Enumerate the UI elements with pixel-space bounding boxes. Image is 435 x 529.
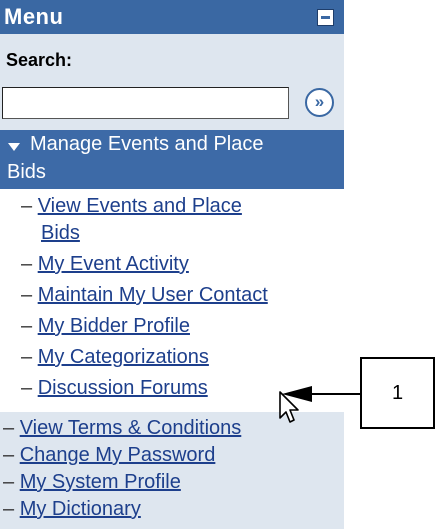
link-terms-conditions[interactable]: View Terms & Conditions: [20, 417, 242, 439]
link-discussion-forums[interactable]: Discussion Forums: [38, 377, 208, 399]
link-view-events[interactable]: View Events and Place: [38, 195, 242, 217]
menu-title: Menu: [4, 4, 64, 29]
triangle-down-icon: [8, 143, 20, 151]
dash-marker: –: [21, 377, 33, 399]
link-my-event-activity[interactable]: My Event Activity: [38, 253, 189, 275]
dash-marker: –: [3, 471, 15, 493]
dash-marker: –: [21, 284, 33, 306]
dash-marker: –: [3, 498, 15, 520]
search-go-button[interactable]: »: [305, 88, 334, 117]
search-input[interactable]: [2, 87, 289, 119]
search-label: Search:: [6, 50, 73, 70]
menu-panel: Menu Search: » Manage Events and Place B…: [0, 0, 344, 529]
menu-section-manage-events[interactable]: Manage Events and Place Bids: [0, 130, 344, 189]
dash-marker: –: [21, 346, 33, 368]
section-label-line2: Bids: [7, 161, 46, 183]
callout-line: [310, 393, 360, 395]
bottom-menu-list: – View Terms & Conditions – Change My Pa…: [0, 412, 344, 529]
link-view-events-cont[interactable]: Bids: [41, 222, 80, 244]
link-change-password[interactable]: Change My Password: [20, 444, 216, 466]
dash-marker: –: [21, 253, 33, 275]
submenu-list: – View Events and Place Bids – My Event …: [0, 189, 344, 412]
submenu-item-view-events-cont: Bids: [41, 222, 80, 245]
link-bidder-profile[interactable]: My Bidder Profile: [38, 315, 190, 337]
minus-icon: [321, 16, 330, 19]
mouse-pointer-icon: [279, 391, 299, 423]
menu-header: Menu: [0, 0, 344, 34]
dash-marker: –: [3, 417, 15, 439]
submenu-item-view-events: – View Events and Place: [21, 195, 242, 218]
submenu-item-my-event-activity: – My Event Activity: [21, 253, 189, 276]
link-categorizations[interactable]: My Categorizations: [38, 346, 209, 368]
search-area: Search: »: [0, 34, 344, 130]
dash-marker: –: [21, 315, 33, 337]
link-dictionary[interactable]: My Dictionary: [20, 498, 141, 520]
dash-marker: –: [21, 195, 33, 217]
double-chevron-right-icon: »: [314, 92, 325, 111]
submenu-item-bidder-profile: – My Bidder Profile: [21, 315, 190, 338]
menu-item-change-password: – Change My Password: [3, 444, 215, 467]
callout-number: 1: [391, 382, 404, 404]
submenu-item-maintain-contact: – Maintain My User Contact: [21, 284, 268, 307]
submenu-item-categorizations: – My Categorizations: [21, 346, 209, 369]
dash-marker: –: [3, 444, 15, 466]
link-maintain-contact[interactable]: Maintain My User Contact: [38, 284, 268, 306]
callout-box: 1: [360, 357, 435, 429]
submenu-item-discussion-forums: – Discussion Forums: [21, 377, 208, 400]
menu-item-system-profile: – My System Profile: [3, 471, 181, 494]
link-system-profile[interactable]: My System Profile: [20, 471, 181, 493]
collapse-button[interactable]: [317, 9, 334, 26]
menu-item-dictionary: – My Dictionary: [3, 498, 141, 521]
menu-item-terms: – View Terms & Conditions: [3, 417, 241, 440]
section-label-line1: Manage Events and Place: [30, 133, 264, 155]
